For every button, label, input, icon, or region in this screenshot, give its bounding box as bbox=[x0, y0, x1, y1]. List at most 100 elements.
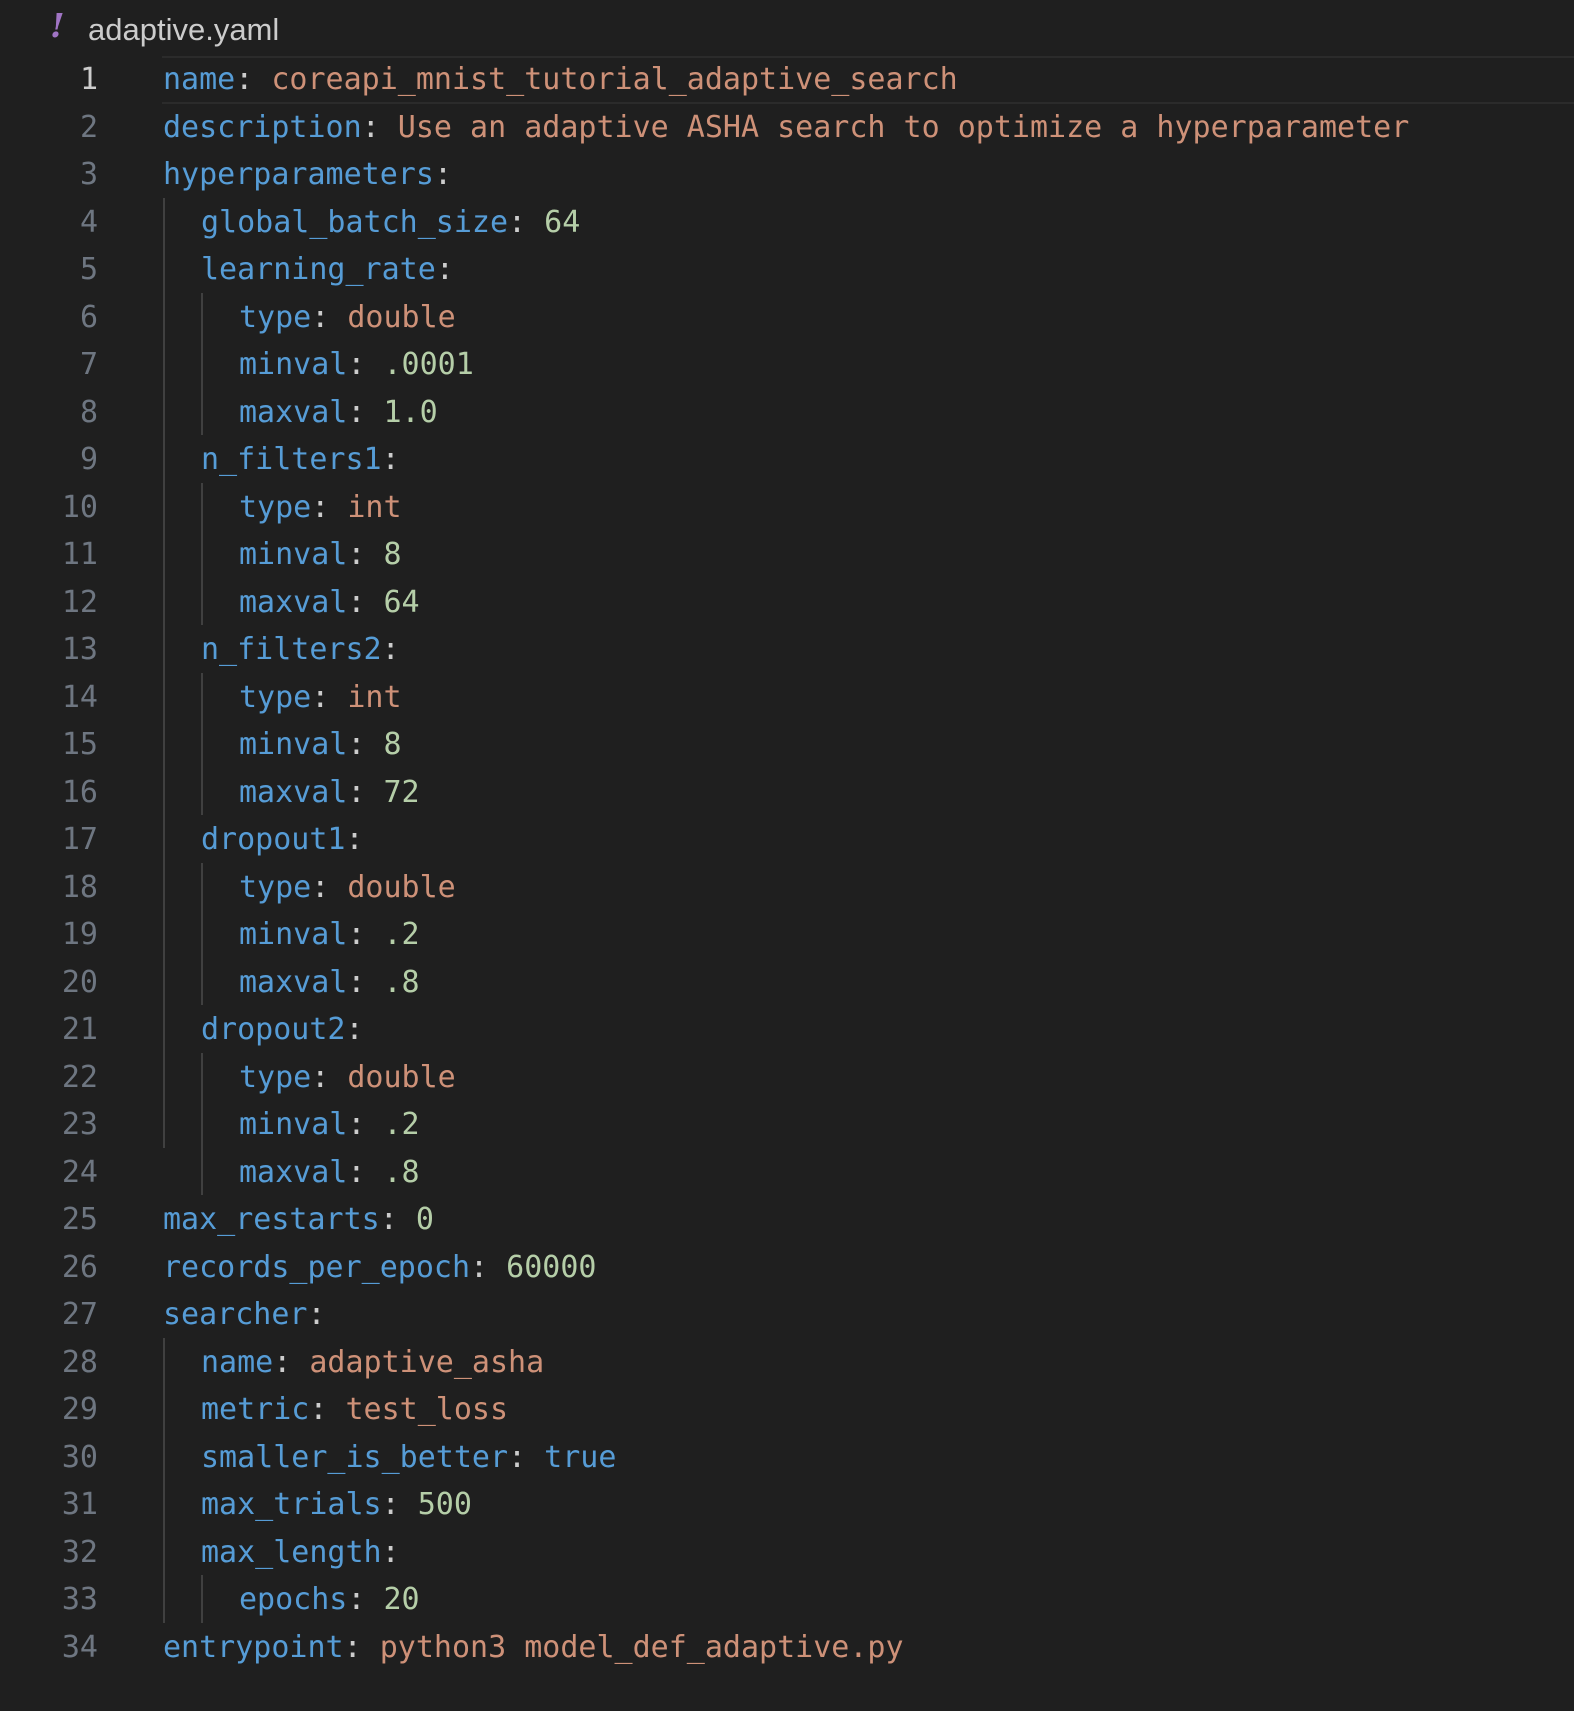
line-content[interactable]: entrypoint: python3 model_def_adaptive.p… bbox=[163, 1624, 904, 1672]
line-number: 32 bbox=[61, 1534, 98, 1570]
line-content[interactable]: type: double bbox=[239, 294, 456, 342]
code-line[interactable]: 9 n_filters1: bbox=[0, 436, 1574, 484]
indent-guide bbox=[163, 1338, 165, 1623]
yaml-colon: : bbox=[311, 869, 330, 905]
code-line[interactable]: 2 description: Use an adaptive ASHA searc… bbox=[0, 104, 1574, 152]
code-line[interactable]: 11 minval: 8 bbox=[0, 531, 1574, 579]
code-line[interactable]: 32 max_length: bbox=[0, 1529, 1574, 1577]
line-content[interactable]: global_batch_size: 64 bbox=[201, 199, 580, 247]
code-line[interactable]: 25 max_restarts: 0 bbox=[0, 1196, 1574, 1244]
line-content[interactable]: searcher: bbox=[163, 1291, 326, 1339]
yaml-key: max_length bbox=[201, 1534, 382, 1570]
code-line[interactable]: 6 type: double bbox=[0, 294, 1574, 342]
code-line[interactable]: 14 type: int bbox=[0, 674, 1574, 722]
line-content[interactable]: description: Use an adaptive ASHA search… bbox=[163, 104, 1409, 152]
line-content[interactable]: name: adaptive_asha bbox=[201, 1339, 544, 1387]
code-line[interactable]: 19 minval: .2 bbox=[0, 911, 1574, 959]
code-line[interactable]: 5 learning_rate: bbox=[0, 246, 1574, 294]
yaml-colon: : bbox=[435, 252, 454, 287]
code-line[interactable]: 7 minval: .0001 bbox=[0, 341, 1574, 389]
code-line[interactable]: 23 minval: .2 bbox=[0, 1101, 1574, 1149]
line-content[interactable]: max_length: bbox=[201, 1529, 400, 1577]
code-line[interactable]: 4 global_batch_size: 64 bbox=[0, 199, 1574, 247]
line-content[interactable]: dropout1: bbox=[201, 816, 364, 864]
code-line[interactable]: 12 maxval: 64 bbox=[0, 579, 1574, 627]
code-line[interactable]: 3 hyperparameters: bbox=[0, 151, 1574, 199]
line-content[interactable]: maxval: 1.0 bbox=[239, 389, 438, 437]
line-content[interactable]: type: double bbox=[239, 1054, 456, 1102]
line-content[interactable]: maxval: .8 bbox=[239, 1149, 420, 1197]
code-line[interactable]: 15 minval: 8 bbox=[0, 721, 1574, 769]
line-content[interactable]: maxval: .8 bbox=[239, 959, 420, 1007]
yaml-colon: : bbox=[347, 1582, 366, 1617]
code-line[interactable]: 31 max_trials: 500 bbox=[0, 1481, 1574, 1529]
line-content[interactable]: minval: 8 bbox=[239, 531, 402, 579]
editor-tab[interactable]: ! adaptive.yaml bbox=[0, 0, 1574, 56]
code-line[interactable]: 30 smaller_is_better: true bbox=[0, 1434, 1574, 1482]
line-content[interactable]: type: int bbox=[239, 674, 402, 722]
yaml-key: name bbox=[201, 1344, 274, 1380]
code-line[interactable]: 26 records_per_epoch: 60000 bbox=[0, 1244, 1574, 1292]
code-line[interactable]: 20 maxval: .8 bbox=[0, 959, 1574, 1007]
line-content[interactable]: epochs: 20 bbox=[239, 1576, 420, 1624]
code-line[interactable]: 17 dropout1: bbox=[0, 816, 1574, 864]
line-content[interactable]: n_filters2: bbox=[201, 626, 400, 674]
indent-guide bbox=[201, 863, 203, 1005]
code-line[interactable]: 29 metric: test_loss bbox=[0, 1386, 1574, 1434]
line-number: 16 bbox=[61, 774, 98, 810]
yaml-key: records_per_epoch bbox=[163, 1249, 471, 1285]
line-content[interactable]: smaller_is_better: true bbox=[201, 1434, 616, 1482]
line-content[interactable]: dropout2: bbox=[201, 1006, 364, 1054]
line-number: 24 bbox=[61, 1154, 98, 1190]
line-content[interactable]: minval: .2 bbox=[239, 1101, 420, 1149]
yaml-value: double bbox=[329, 299, 456, 335]
line-content[interactable]: type: int bbox=[239, 484, 402, 532]
line-content[interactable]: minval: .0001 bbox=[239, 341, 474, 389]
line-content[interactable]: type: double bbox=[239, 864, 456, 912]
code-line[interactable]: 33 epochs: 20 bbox=[0, 1576, 1574, 1624]
line-content[interactable]: learning_rate: bbox=[201, 246, 454, 294]
line-number: 5 bbox=[79, 252, 98, 287]
code-line[interactable]: 24 maxval: .8 bbox=[0, 1149, 1574, 1197]
tab-filename: adaptive.yaml bbox=[88, 12, 280, 47]
code-line[interactable]: 22 type: double bbox=[0, 1054, 1574, 1102]
code-line[interactable]: 1 name: coreapi_mnist_tutorial_adaptive_s… bbox=[0, 56, 1574, 104]
line-content[interactable]: hyperparameters: bbox=[163, 151, 452, 199]
line-content[interactable]: max_restarts: 0 bbox=[163, 1196, 434, 1244]
yaml-key: minval bbox=[239, 347, 348, 382]
yaml-colon: : bbox=[381, 1534, 400, 1570]
line-content[interactable]: max_trials: 500 bbox=[201, 1481, 472, 1529]
code-line[interactable]: 8 maxval: 1.0 bbox=[0, 389, 1574, 437]
line-number: 31 bbox=[61, 1487, 98, 1522]
line-content[interactable]: metric: test_loss bbox=[201, 1386, 508, 1434]
code-line[interactable]: 18 type: double bbox=[0, 864, 1574, 912]
code-line[interactable]: 27 searcher: bbox=[0, 1291, 1574, 1339]
line-number: 33 bbox=[61, 1582, 98, 1617]
yaml-value: test_loss bbox=[327, 1392, 509, 1427]
line-content[interactable]: minval: .2 bbox=[239, 911, 420, 959]
yaml-value: adaptive_asha bbox=[291, 1344, 545, 1380]
code-line[interactable]: 16 maxval: 72 bbox=[0, 769, 1574, 817]
yaml-key: minval bbox=[239, 537, 348, 572]
yaml-value: python3 model_def_adaptive.py bbox=[361, 1629, 904, 1665]
code-line[interactable]: 34 entrypoint: python3 model_def_adaptive… bbox=[0, 1624, 1574, 1672]
code-line[interactable]: 13 n_filters2: bbox=[0, 626, 1574, 674]
line-content[interactable]: n_filters1: bbox=[201, 436, 400, 484]
line-content[interactable]: records_per_epoch: 60000 bbox=[163, 1244, 596, 1292]
line-content[interactable]: name: coreapi_mnist_tutorial_adaptive_se… bbox=[163, 56, 958, 104]
yaml-value: double bbox=[329, 1059, 456, 1095]
line-number: 3 bbox=[79, 157, 98, 192]
yaml-key: dropout1 bbox=[201, 822, 346, 857]
line-content[interactable]: minval: 8 bbox=[239, 721, 402, 769]
code-line[interactable]: 21 dropout2: bbox=[0, 1006, 1574, 1054]
line-content[interactable]: maxval: 64 bbox=[239, 579, 420, 627]
line-content[interactable]: maxval: 72 bbox=[239, 769, 420, 817]
line-number: 14 bbox=[61, 679, 98, 715]
code-line[interactable]: 10 type: int bbox=[0, 484, 1574, 532]
code-editor[interactable]: ! adaptive.yaml 1 name: coreapi_mnist_tut… bbox=[0, 0, 1574, 1711]
code-line[interactable]: 28 name: adaptive_asha bbox=[0, 1339, 1574, 1387]
line-number: 34 bbox=[61, 1629, 98, 1665]
line-number: 8 bbox=[79, 394, 98, 430]
code-area[interactable]: 1 name: coreapi_mnist_tutorial_adaptive_s… bbox=[0, 56, 1574, 1671]
yaml-key: type bbox=[239, 679, 312, 715]
